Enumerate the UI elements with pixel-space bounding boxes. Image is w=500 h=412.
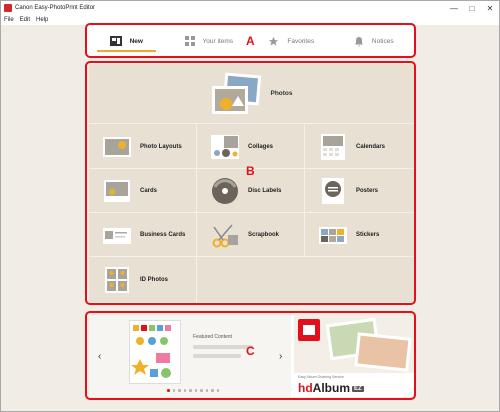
callout-box-b: [85, 61, 416, 305]
window-controls: — □ ✕: [445, 1, 499, 15]
callout-b: B: [246, 164, 255, 178]
window-title: Canon Easy-PhotoPrint Editor: [15, 5, 96, 11]
title-bar: Canon Easy-PhotoPrint Editor — □ ✕: [1, 1, 499, 15]
app-icon: [4, 4, 12, 12]
menu-help[interactable]: Help: [36, 17, 48, 23]
app-window: Canon Easy-PhotoPrint Editor — □ ✕ File …: [0, 0, 500, 412]
callout-c: C: [246, 344, 255, 358]
menu-file[interactable]: File: [4, 17, 14, 23]
minimize-button[interactable]: —: [445, 1, 463, 15]
close-button[interactable]: ✕: [481, 1, 499, 15]
menu-edit[interactable]: Edit: [20, 17, 30, 23]
maximize-button[interactable]: □: [463, 1, 481, 15]
callout-a: A: [246, 34, 255, 48]
